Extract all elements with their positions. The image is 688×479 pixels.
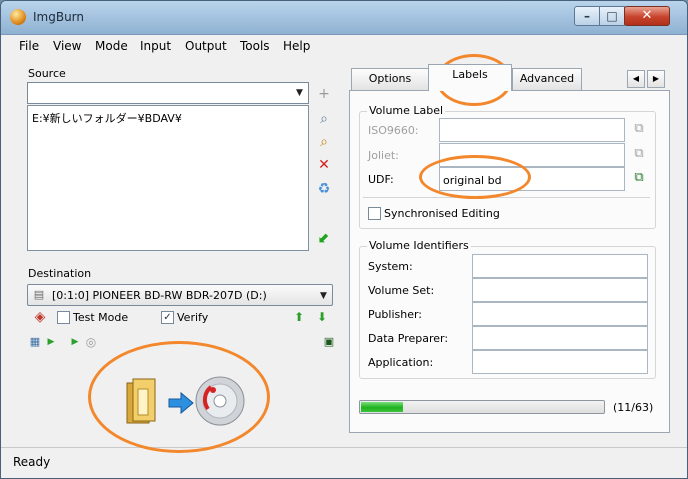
- build-button[interactable]: [123, 371, 249, 431]
- menu-file[interactable]: File: [19, 39, 39, 53]
- application-label: Application:: [368, 356, 434, 369]
- minimize-icon: –: [584, 9, 590, 23]
- destination-drive-text: [0:1:0] PIONEER BD-RW BDR-207D (D:): [52, 289, 267, 302]
- status-text: Ready: [13, 455, 51, 469]
- tab-advanced[interactable]: Advanced: [512, 68, 582, 90]
- system-label: System:: [368, 260, 413, 273]
- window-title: ImgBurn: [33, 10, 85, 24]
- chevron-down-icon: ▼: [296, 88, 303, 98]
- destination-label: Destination: [28, 267, 92, 280]
- maximize-icon: □: [606, 9, 618, 23]
- synchronised-editing-checkbox[interactable]: [368, 207, 381, 220]
- title-bar: ImgBurn – □ ✕: [1, 1, 687, 35]
- udf-input[interactable]: original bd: [439, 167, 625, 191]
- log-icon[interactable]: ▦: [27, 334, 43, 350]
- menu-input[interactable]: Input: [140, 39, 171, 53]
- move-up-icon[interactable]: ⬆: [291, 309, 307, 325]
- copy-label-icon[interactable]: ⧉: [631, 170, 647, 186]
- delete-icon[interactable]: ✕: [316, 157, 332, 173]
- menu-help[interactable]: Help: [283, 39, 310, 53]
- play-icon[interactable]: ▶: [43, 334, 59, 350]
- imgburn-window: ImgBurn – □ ✕ File View Mode Input Outpu…: [0, 0, 688, 479]
- progress-count: (11/63): [613, 401, 654, 414]
- volume-identifiers-title: Volume Identifiers: [367, 239, 471, 252]
- joliet-label: Joliet:: [368, 149, 399, 162]
- play-icon[interactable]: ▶: [67, 334, 83, 350]
- imgburn-app-icon: [10, 9, 26, 25]
- volume-label-title: Volume Label: [367, 104, 446, 117]
- udf-label: UDF:: [368, 173, 394, 186]
- data-preparer-label: Data Preparer:: [368, 332, 449, 345]
- publisher-label: Publisher:: [368, 308, 423, 321]
- add-icon[interactable]: +: [316, 86, 332, 102]
- tab-scroll-right[interactable]: ▶: [647, 70, 665, 88]
- drive-icon: ▤: [33, 288, 45, 301]
- verify-label: Verify: [177, 311, 209, 324]
- graph-icon[interactable]: ▣: [321, 334, 337, 350]
- system-input[interactable]: [472, 254, 648, 278]
- close-icon: ✕: [641, 8, 653, 23]
- data-preparer-input[interactable]: [472, 326, 648, 350]
- test-mode-checkbox[interactable]: [57, 311, 70, 324]
- tab-options[interactable]: Options: [351, 68, 429, 90]
- menu-mode[interactable]: Mode: [95, 39, 128, 53]
- browse-file-icon[interactable]: ⌕: [316, 111, 332, 127]
- browse-folder-icon[interactable]: ⌕: [316, 134, 332, 150]
- folder-to-disc-icon: [126, 376, 245, 426]
- progress-fill: [361, 402, 404, 412]
- tab-scroll-left[interactable]: ◀: [627, 70, 645, 88]
- minimize-button[interactable]: –: [574, 6, 600, 26]
- source-path: E:¥新しいフォルダー¥BDAV¥: [32, 112, 182, 125]
- iso9660-label: ISO9660:: [368, 124, 419, 137]
- tab-labels[interactable]: Labels: [428, 64, 512, 91]
- menu-output[interactable]: Output: [185, 39, 227, 53]
- copy-label-icon[interactable]: ⧉: [631, 146, 647, 162]
- copy-label-icon[interactable]: ⧉: [631, 121, 647, 137]
- divider: [363, 197, 650, 198]
- progress-bar: [359, 400, 605, 414]
- status-bar: Ready: [1, 447, 687, 478]
- menu-tools[interactable]: Tools: [240, 39, 270, 53]
- publisher-input[interactable]: [472, 302, 648, 326]
- close-button[interactable]: ✕: [624, 6, 670, 26]
- iso9660-input[interactable]: [439, 118, 625, 142]
- move-down-icon[interactable]: ⬇: [314, 309, 330, 325]
- volume-set-label: Volume Set:: [368, 284, 435, 297]
- maximize-button[interactable]: □: [599, 6, 625, 26]
- verify-checkbox[interactable]: ✓: [161, 311, 174, 324]
- application-input[interactable]: [472, 350, 648, 374]
- menu-bar: File View Mode Input Output Tools Help: [1, 35, 687, 57]
- recycle-icon[interactable]: ♻: [316, 181, 332, 197]
- disc-info-icon[interactable]: ◎: [83, 334, 99, 350]
- source-combo[interactable]: ▼: [27, 82, 309, 104]
- destination-drive-select[interactable]: ▤ [0:1:0] PIONEER BD-RW BDR-207D (D:) ▼: [27, 284, 333, 306]
- joliet-input[interactable]: [439, 143, 625, 167]
- green-arrow-icon[interactable]: ⬋: [316, 230, 332, 246]
- menu-view[interactable]: View: [53, 39, 81, 53]
- source-label: Source: [28, 67, 66, 80]
- volume-set-input[interactable]: [472, 278, 648, 302]
- chevron-down-icon: ▼: [320, 291, 327, 301]
- test-mode-label: Test Mode: [73, 311, 129, 324]
- erase-disc-icon[interactable]: ◈: [32, 309, 48, 325]
- source-file-box[interactable]: E:¥新しいフォルダー¥BDAV¥: [27, 105, 309, 251]
- synchronised-editing-label: Synchronised Editing: [384, 207, 500, 220]
